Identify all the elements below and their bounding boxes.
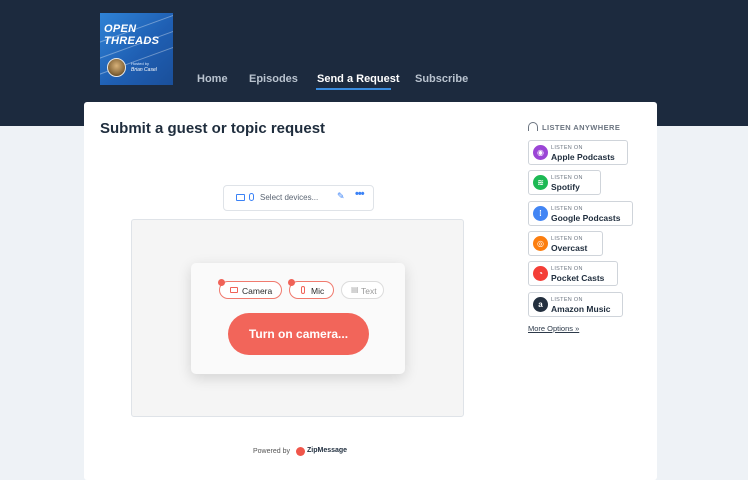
amazon-music-badge[interactable]: a LISTEN ON Amazon Music [528, 292, 623, 317]
logo-title: OPEN THREADS [104, 23, 159, 47]
google-podcasts-icon: ⁞ [533, 206, 548, 221]
mic-icon [249, 193, 254, 201]
platform-name: Spotify [551, 182, 580, 192]
spotify-icon: ≋ [533, 175, 548, 190]
logo-hosted-by: Hosted by [131, 61, 150, 66]
logo-title-line2: THREADS [104, 35, 160, 47]
nav-episodes[interactable]: Episodes [249, 73, 298, 91]
zipmessage-brand[interactable]: ZipMessage [307, 447, 347, 454]
amazon-music-icon: a [533, 297, 548, 312]
listen-on-label: LISTEN ON [551, 297, 583, 303]
mic-toggle-label: Mic [311, 286, 325, 296]
video-icon [236, 194, 245, 201]
apple-podcasts-badge[interactable]: ◉ LISTEN ON Apple Podcasts [528, 140, 628, 165]
pocket-casts-badge[interactable]: ◔ LISTEN ON Pocket Casts [528, 261, 618, 286]
enabled-indicator-icon [288, 279, 295, 286]
logo-title-line1: OPEN [104, 23, 137, 35]
podcast-logo[interactable]: OPEN THREADS Hosted by Brian Casel [100, 13, 173, 85]
host-avatar [107, 58, 126, 77]
platform-name: Overcast [551, 243, 588, 253]
page-title: Submit a guest or topic request [100, 120, 326, 137]
turn-on-camera-button[interactable]: Turn on camera... [228, 313, 369, 355]
listen-on-label: LISTEN ON [551, 206, 583, 212]
zipmessage-logo-icon [296, 447, 305, 456]
edit-icon[interactable]: ✎ [337, 191, 345, 202]
logo-author: Brian Casel [131, 67, 157, 73]
platform-name: Apple Podcasts [551, 152, 615, 162]
enabled-indicator-icon [218, 279, 225, 286]
overcast-badge[interactable]: ◎ LISTEN ON Overcast [528, 231, 603, 256]
mic-icon [301, 286, 305, 294]
mic-toggle[interactable]: Mic [288, 279, 334, 299]
text-toggle[interactable]: ▤ Text [341, 281, 384, 299]
listen-on-label: LISTEN ON [551, 175, 583, 181]
listen-on-label: LISTEN ON [551, 266, 583, 272]
headphones-icon [528, 122, 538, 131]
platform-name: Pocket Casts [551, 273, 605, 283]
listen-on-label: LISTEN ON [551, 145, 583, 151]
text-icon: ▤ [351, 285, 359, 294]
nav-active-indicator [316, 88, 391, 90]
more-options-link[interactable]: More Options » [528, 324, 579, 333]
device-selector[interactable]: Select devices... ✎ ••• [223, 185, 374, 211]
camera-toggle[interactable]: Camera [218, 279, 282, 299]
text-toggle-label: Text [361, 286, 377, 296]
nav-subscribe[interactable]: Subscribe [415, 73, 468, 91]
overcast-icon: ◎ [533, 236, 548, 251]
device-selector-label: Select devices... [260, 193, 319, 202]
spotify-badge[interactable]: ≋ LISTEN ON Spotify [528, 170, 601, 195]
nav-home[interactable]: Home [197, 73, 228, 91]
camera-toggle-label: Camera [242, 286, 273, 296]
listen-on-label: LISTEN ON [551, 236, 583, 242]
video-icon [230, 287, 238, 293]
platform-name: Google Podcasts [551, 213, 621, 223]
google-podcasts-badge[interactable]: ⁞ LISTEN ON Google Podcasts [528, 201, 633, 226]
listen-anywhere-heading: LISTEN ANYWHERE [542, 123, 621, 132]
pocket-casts-icon: ◔ [533, 266, 548, 281]
platform-name: Amazon Music [551, 304, 611, 314]
apple-podcasts-icon: ◉ [533, 145, 548, 160]
more-icon[interactable]: ••• [355, 188, 365, 200]
powered-by-label: Powered by [253, 448, 290, 455]
